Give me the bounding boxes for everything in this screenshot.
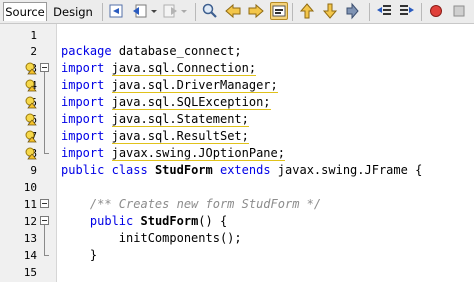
toggle-highlight-icon[interactable]: [270, 2, 288, 20]
line-number: 9: [30, 164, 37, 177]
line-number: 1: [30, 29, 37, 42]
find-next-icon[interactable]: [247, 2, 265, 20]
keyword: import: [61, 61, 105, 75]
code-line: 4 import java.sql.DriverManager;: [0, 77, 474, 94]
code-line: 14 }: [0, 247, 474, 264]
code-line: 7 import java.sql.ResultSet;: [0, 128, 474, 145]
forward-dropdown-icon[interactable]: [180, 2, 188, 20]
keyword: import: [61, 146, 105, 160]
find-previous-icon[interactable]: [224, 2, 242, 20]
back-dropdown-icon[interactable]: [150, 2, 158, 20]
code-text[interactable]: public class StudForm extends javax.swin…: [61, 162, 422, 179]
code-text[interactable]: /** Creates new form StudForm */: [61, 196, 321, 213]
code-editor[interactable]: 1 2 package database_connect; 3 import j…: [0, 24, 474, 282]
tab-source[interactable]: Source: [3, 2, 47, 21]
tab-design[interactable]: Design: [50, 2, 96, 21]
code-line: 6 import java.sql.Statement;: [0, 111, 474, 128]
lightbulb-warning-icon[interactable]: [25, 79, 37, 92]
fold-guide: [44, 72, 45, 154]
previous-bookmark-icon[interactable]: [298, 2, 316, 20]
code-line: 12 public StudForm() {: [0, 213, 474, 230]
stop-macro-icon[interactable]: [450, 2, 468, 20]
editor-toolbar: Source Design: [0, 0, 474, 24]
fold-guide-end: [44, 255, 49, 256]
code-text[interactable]: public StudForm() {: [61, 213, 227, 230]
keyword: public: [89, 214, 134, 228]
toggle-bookmark-icon[interactable]: [344, 2, 362, 20]
fold-toggle-icon[interactable]: [40, 216, 49, 225]
code-text[interactable]: package database_connect;: [61, 43, 242, 60]
keyword: import: [61, 112, 105, 126]
closing-brace: }: [89, 248, 98, 262]
start-macro-icon[interactable]: [427, 2, 445, 20]
toolbar-separator: [102, 3, 103, 21]
back-icon[interactable]: [131, 2, 149, 20]
import-name: java.sql.Connection;: [111, 61, 257, 76]
constructor-params: () {: [198, 214, 228, 228]
toolbar-separator: [369, 3, 370, 21]
code-text[interactable]: }: [61, 247, 97, 264]
code-line: 2 package database_connect;: [0, 43, 474, 60]
line-number: 13: [23, 232, 37, 245]
keyword: import: [61, 78, 105, 92]
keyword: import: [61, 129, 105, 143]
shift-left-icon[interactable]: [375, 2, 393, 20]
next-bookmark-icon[interactable]: [321, 2, 339, 20]
comment: /** Creates new form StudForm */: [89, 197, 322, 211]
code-text[interactable]: import java.sql.Statement;: [61, 111, 249, 128]
code-text[interactable]: import javax.swing.JOptionPane;: [61, 145, 285, 162]
keyword: import: [61, 95, 105, 109]
code-text[interactable]: initComponents();: [61, 230, 242, 247]
superclass-name: javax.swing.JFrame {: [277, 163, 423, 177]
line-number: 15: [23, 266, 37, 279]
lightbulb-warning-icon[interactable]: [25, 147, 37, 160]
code-text[interactable]: import java.sql.Connection;: [61, 60, 257, 77]
code-line: 8 import javax.swing.JOptionPane;: [0, 145, 474, 162]
code-text[interactable]: import java.sql.DriverManager;: [61, 77, 278, 94]
fold-toggle-icon[interactable]: [40, 63, 49, 72]
import-name: java.sql.Statement;: [111, 112, 249, 127]
fold-guide: [44, 225, 45, 255]
last-edit-icon[interactable]: [107, 2, 125, 20]
line-number: 12: [23, 215, 37, 228]
import-name: java.sql.ResultSet;: [111, 129, 249, 144]
lightbulb-warning-icon[interactable]: [25, 62, 37, 75]
code-text[interactable]: import java.sql.ResultSet;: [61, 128, 249, 145]
find-icon[interactable]: [201, 2, 219, 20]
lightbulb-warning-icon[interactable]: [25, 96, 37, 109]
code-line: 10: [0, 179, 474, 196]
code-line: 11 /** Creates new form StudForm */: [0, 196, 474, 213]
toolbar-separator: [292, 3, 293, 21]
code-line: 13 initComponents();: [0, 230, 474, 247]
code-line: 9 public class StudForm extends javax.sw…: [0, 162, 474, 179]
class-name: StudForm: [154, 163, 213, 177]
line-number: 10: [23, 181, 37, 194]
code-line: 15: [0, 264, 474, 281]
lightbulb-warning-icon[interactable]: [25, 113, 37, 126]
constructor-name: StudForm: [140, 214, 199, 228]
keyword: class: [111, 163, 148, 177]
import-name: java.sql.SQLException;: [111, 95, 271, 110]
shift-right-icon[interactable]: [398, 2, 416, 20]
keyword: public: [61, 163, 105, 177]
keyword: package: [61, 44, 112, 58]
line-number: 2: [30, 45, 37, 58]
import-name: javax.swing.JOptionPane;: [111, 146, 285, 161]
line-number: 14: [23, 249, 37, 262]
code-text[interactable]: import java.sql.SQLException;: [61, 94, 271, 111]
code-line: 3 import java.sql.Connection;: [0, 60, 474, 77]
code-line: 5 import java.sql.SQLException;: [0, 94, 474, 111]
import-name: java.sql.DriverManager;: [111, 78, 278, 93]
fold-toggle-icon[interactable]: [40, 199, 49, 208]
line-number: 11: [23, 198, 37, 211]
method-call: initComponents();: [118, 231, 242, 245]
keyword: extends: [219, 163, 271, 177]
toolbar-separator: [195, 3, 196, 21]
toolbar-separator: [421, 3, 422, 21]
forward-icon[interactable]: [161, 2, 179, 20]
lightbulb-warning-icon[interactable]: [25, 130, 37, 143]
package-name: database_connect;: [118, 44, 242, 58]
fold-guide-end: [44, 153, 49, 154]
code-line: 1: [0, 27, 474, 44]
